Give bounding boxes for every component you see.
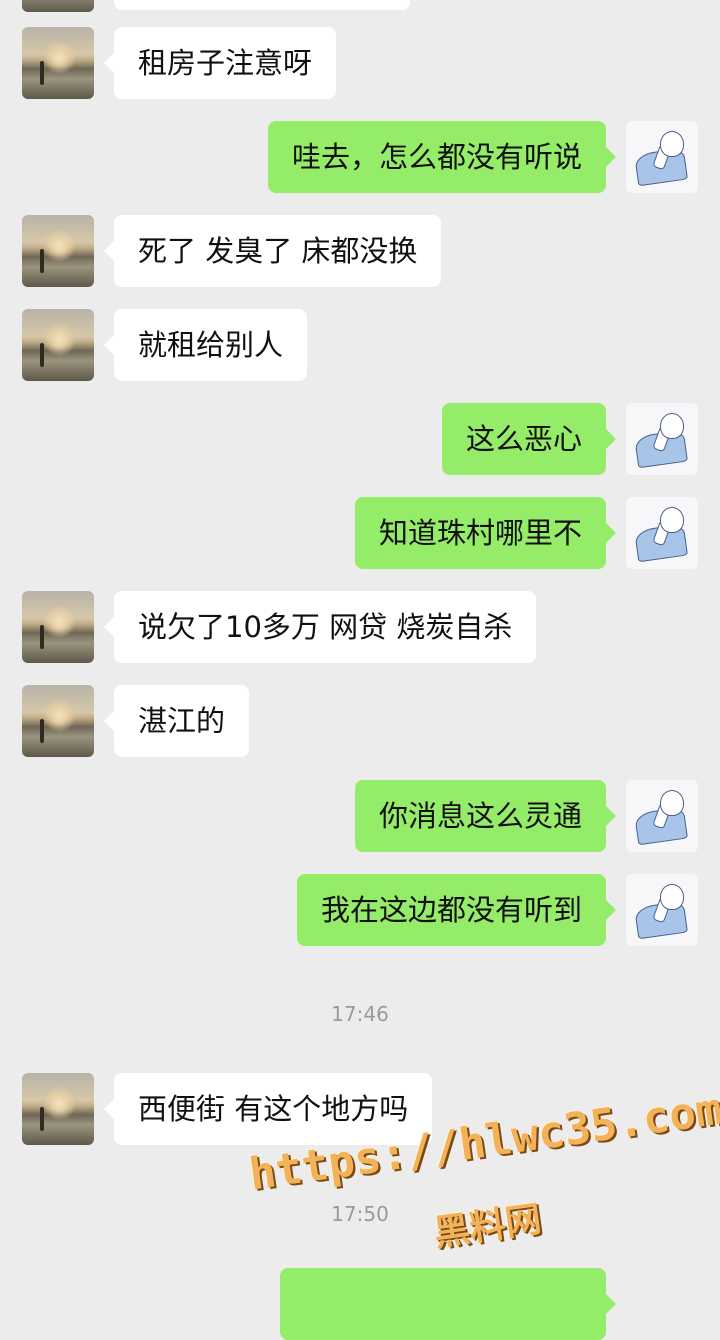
incoming-message-bubble[interactable]: 说欠了10多万 网贷 烧炭自杀 (103, 591, 537, 663)
contact-avatar[interactable] (22, 215, 94, 287)
contact-avatar[interactable] (22, 1073, 94, 1145)
contact-avatar[interactable] (22, 591, 94, 663)
watermark-name: 黑料网 (431, 1198, 544, 1255)
incoming-message-bubble[interactable]: 就租给别人 (103, 309, 308, 381)
contact-avatar[interactable] (22, 27, 94, 99)
partial-bubble (280, 1268, 616, 1340)
incoming-message-bubble[interactable]: 租房子注意呀 (103, 27, 337, 99)
timestamp: 17:50 (331, 1202, 389, 1226)
contact-avatar[interactable] (22, 685, 94, 757)
outgoing-message-bubble[interactable]: 知道珠村哪里不 (354, 497, 617, 569)
incoming-message-bubble[interactable]: 湛江的 (103, 685, 250, 757)
outgoing-message-bubble[interactable]: 这么恶心 (441, 403, 617, 475)
contact-avatar[interactable] (22, 309, 94, 381)
outgoing-message-bubble[interactable]: 我在这边都没有听到 (296, 874, 617, 946)
user-avatar[interactable] (626, 121, 698, 193)
user-avatar[interactable] (626, 780, 698, 852)
outgoing-message-bubble[interactable]: 你消息这么灵通 (354, 780, 617, 852)
user-avatar[interactable] (626, 874, 698, 946)
partial-bubble (114, 0, 410, 10)
user-avatar[interactable] (626, 497, 698, 569)
user-avatar[interactable] (626, 403, 698, 475)
incoming-message-bubble[interactable]: 死了 发臭了 床都没换 (103, 215, 442, 287)
contact-avatar[interactable] (22, 0, 94, 12)
timestamp: 17:46 (331, 1002, 389, 1026)
outgoing-message-bubble[interactable]: 哇去，怎么都没有听说 (267, 121, 617, 193)
